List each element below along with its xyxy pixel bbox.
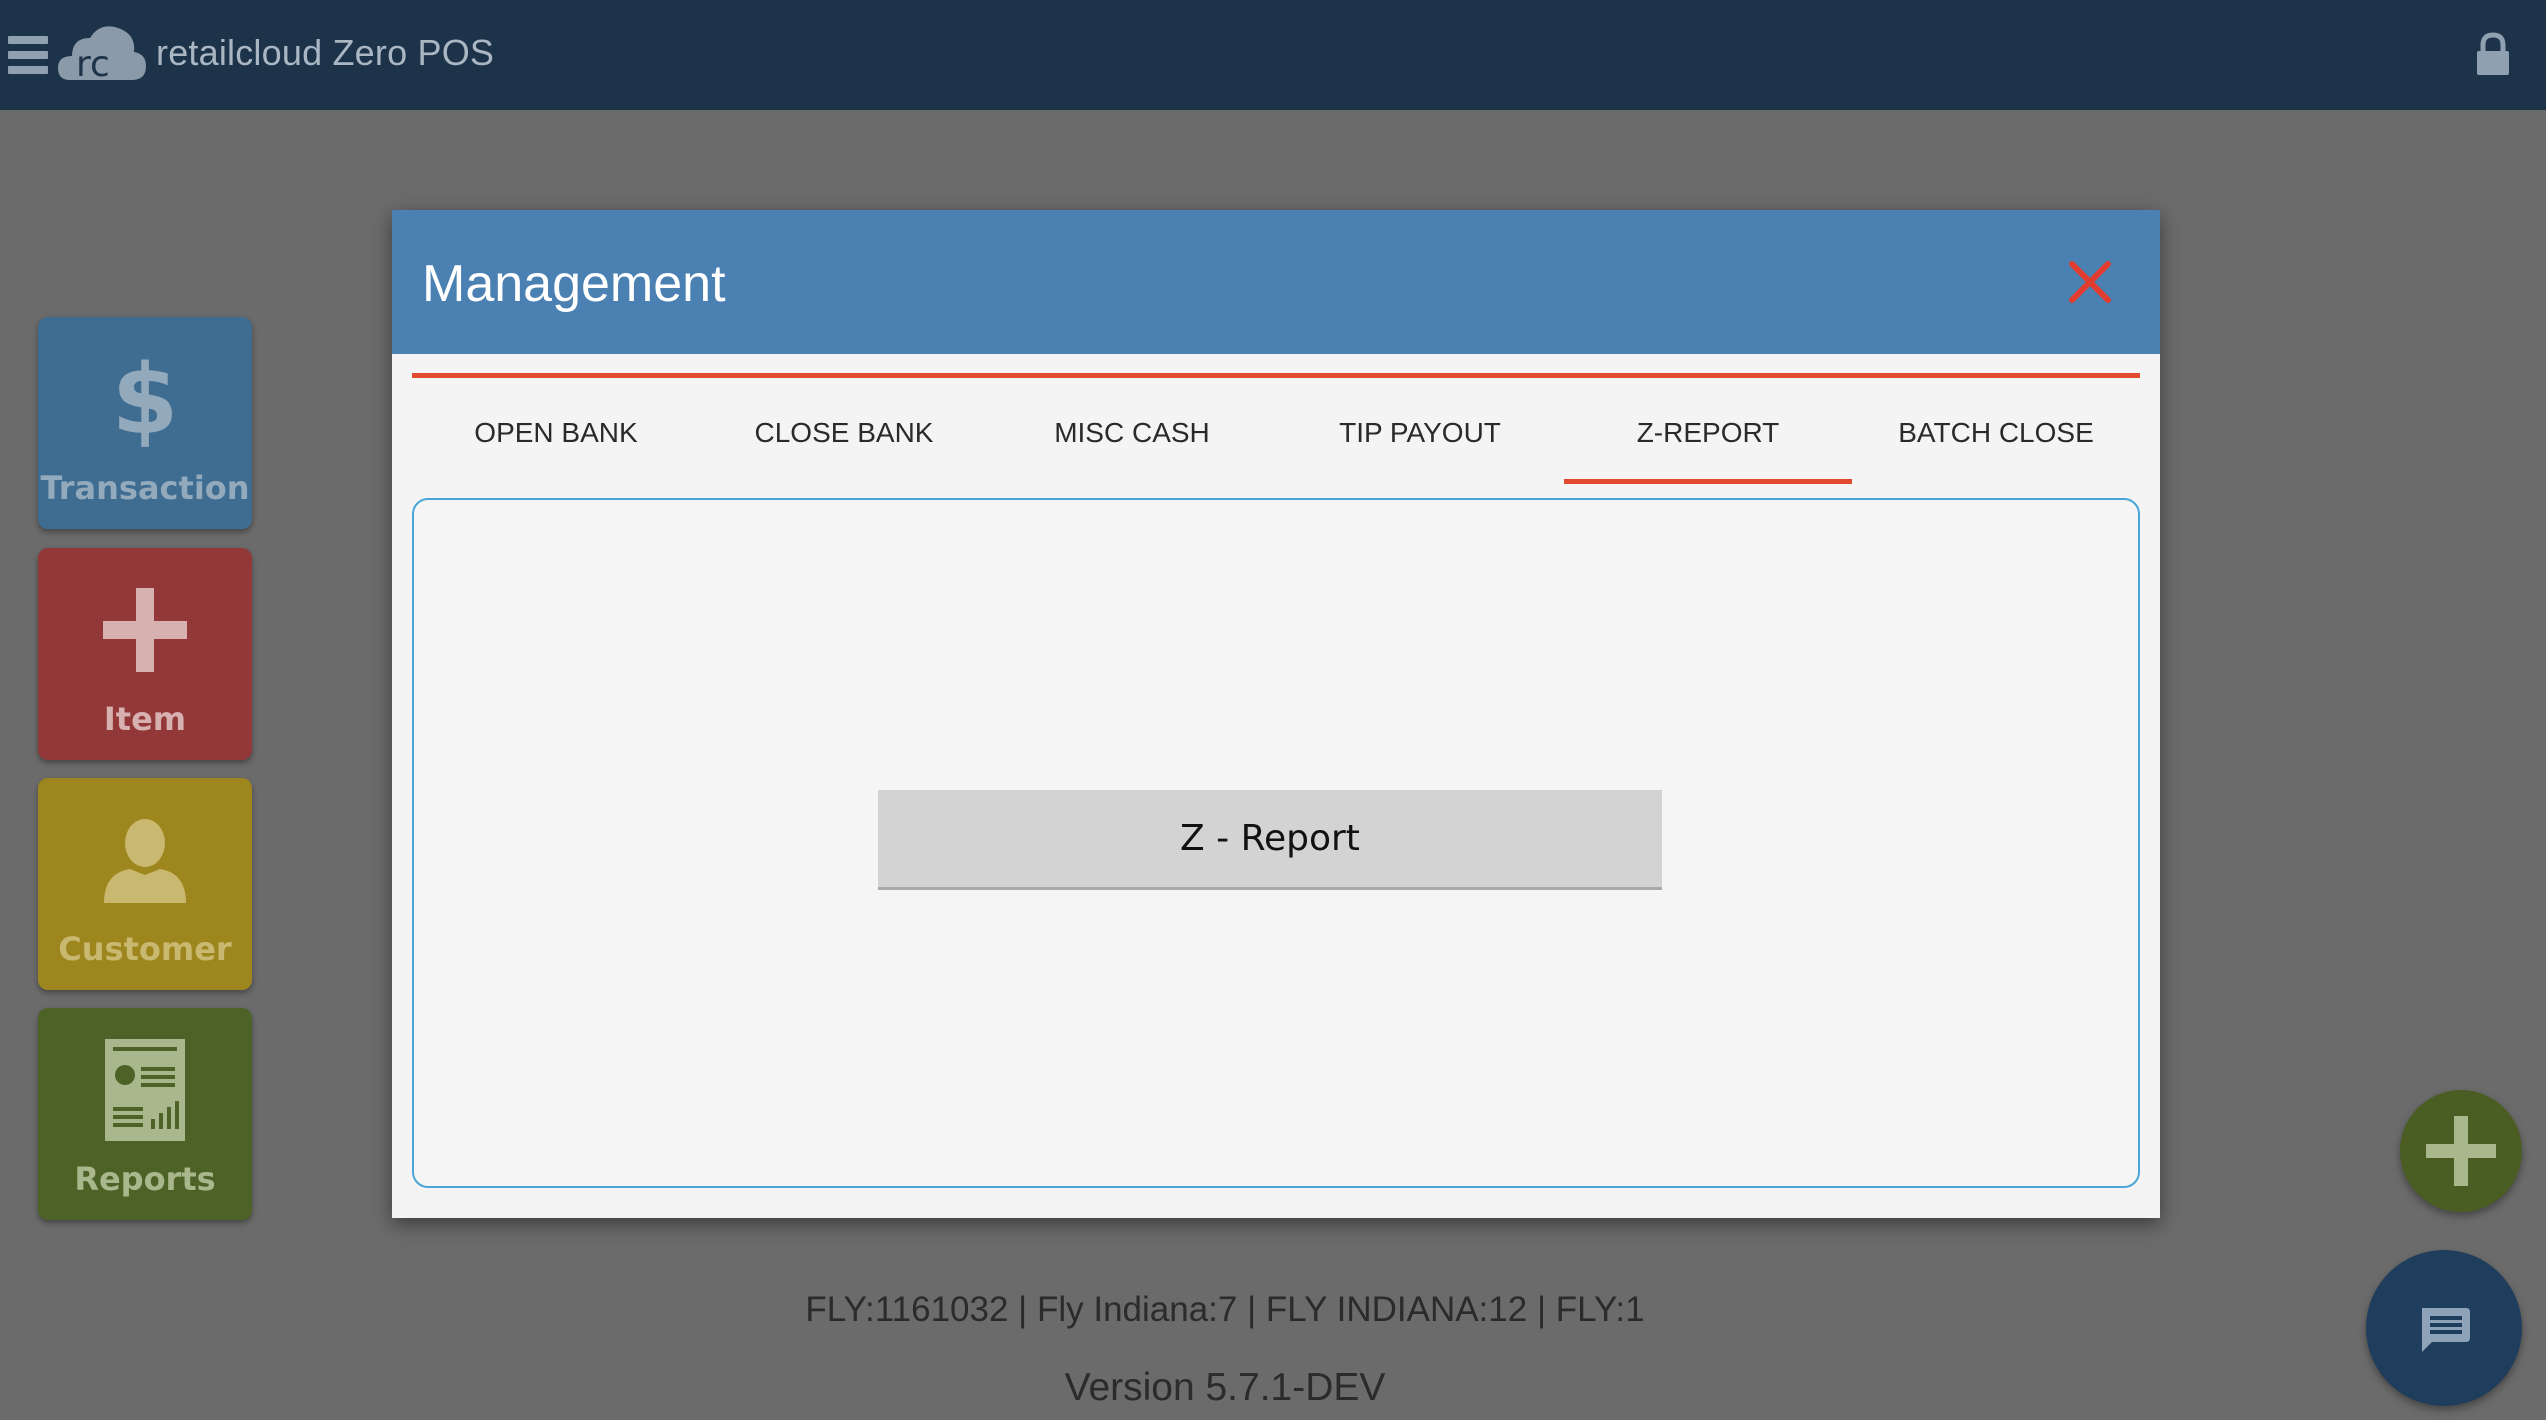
sidebar-tile-item[interactable]: Item <box>38 548 252 760</box>
plus-icon <box>2426 1116 2496 1186</box>
logo-text: rc <box>76 44 110 85</box>
tab-z-report[interactable]: Z-REPORT <box>1564 378 1852 488</box>
tab-batch-close[interactable]: BATCH CLOSE <box>1852 378 2140 488</box>
dollar-icon: $ <box>112 349 179 449</box>
person-icon <box>104 819 186 903</box>
tab-misc-cash[interactable]: MISC CASH <box>988 378 1276 488</box>
z-report-panel: Z - Report <box>412 498 2140 1188</box>
version-label: Version 5.7.1-DEV <box>1064 1366 1386 1409</box>
retailcloud-logo: rc <box>58 26 146 85</box>
top-bar: rc retailcloud Zero POS <box>0 0 2546 110</box>
modal-title: Management <box>422 255 726 313</box>
sidebar-tile-label: Reports <box>74 1160 216 1198</box>
management-tabs: OPEN BANK CLOSE BANK MISC CASH TIP PAYOU… <box>412 378 2140 488</box>
tab-close-bank[interactable]: CLOSE BANK <box>700 378 988 488</box>
z-report-button[interactable]: Z - Report <box>878 790 1662 890</box>
sidebar-tile-label: Customer <box>58 930 232 968</box>
sidebar-tile-customer[interactable]: Customer <box>38 778 252 990</box>
chat-fab-button[interactable] <box>2366 1250 2522 1406</box>
modal-header: Management <box>392 210 2160 354</box>
tab-tip-payout[interactable]: TIP PAYOUT <box>1276 378 1564 488</box>
add-fab-button[interactable] <box>2400 1090 2522 1212</box>
sidebar-tile-label: Transaction <box>40 469 250 507</box>
hamburger-menu-icon[interactable] <box>8 36 48 74</box>
tab-open-bank[interactable]: OPEN BANK <box>412 378 700 488</box>
sidebar-tile-reports[interactable]: Reports <box>38 1008 252 1220</box>
plus-icon <box>103 588 187 672</box>
svg-text:$: $ <box>112 349 179 449</box>
lock-icon[interactable] <box>2474 32 2512 76</box>
sidebar-tile-transaction[interactable]: $ Transaction <box>38 317 252 529</box>
close-icon[interactable] <box>2060 252 2120 312</box>
report-icon <box>105 1039 185 1141</box>
management-modal: Management OPEN BANK CLOSE BANK MISC CAS… <box>392 210 2160 1218</box>
chat-icon <box>2422 1308 2470 1352</box>
sidebar-tile-label: Item <box>103 700 187 738</box>
store-info: FLY:1161032 | Fly Indiana:7 | FLY INDIAN… <box>805 1290 1645 1329</box>
app-title: retailcloud Zero POS <box>156 32 495 73</box>
